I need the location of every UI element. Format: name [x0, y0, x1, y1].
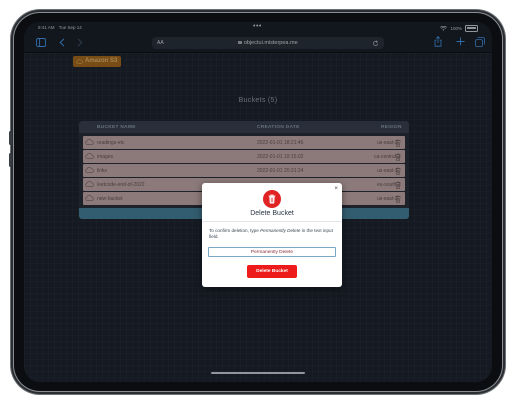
- instruction-text: To confirm deletion, type: [209, 228, 261, 233]
- screen: 9:41 AM Tue Sep 14 ••• 100% AA objectui.…: [24, 22, 492, 382]
- confirm-input[interactable]: [208, 247, 336, 257]
- delete-bucket-button[interactable]: Delete Bucket: [247, 265, 297, 278]
- delete-bucket-dialog: × Delete Bucket To confirm deletion, typ…: [202, 183, 342, 287]
- dialog-title: Delete Bucket: [250, 210, 294, 217]
- trash-icon: [268, 194, 276, 204]
- instruction-phrase: Permanently Delete: [260, 228, 301, 233]
- trash-badge: [263, 190, 281, 208]
- divider: [202, 221, 342, 222]
- home-indicator[interactable]: [211, 372, 305, 374]
- volume-button: [9, 153, 12, 167]
- side-button: [9, 131, 12, 145]
- dialog-instructions: To confirm deletion, type Permanently De…: [209, 228, 337, 240]
- close-button[interactable]: ×: [334, 185, 338, 192]
- ipad-frame: 9:41 AM Tue Sep 14 ••• 100% AA objectui.…: [9, 13, 502, 391]
